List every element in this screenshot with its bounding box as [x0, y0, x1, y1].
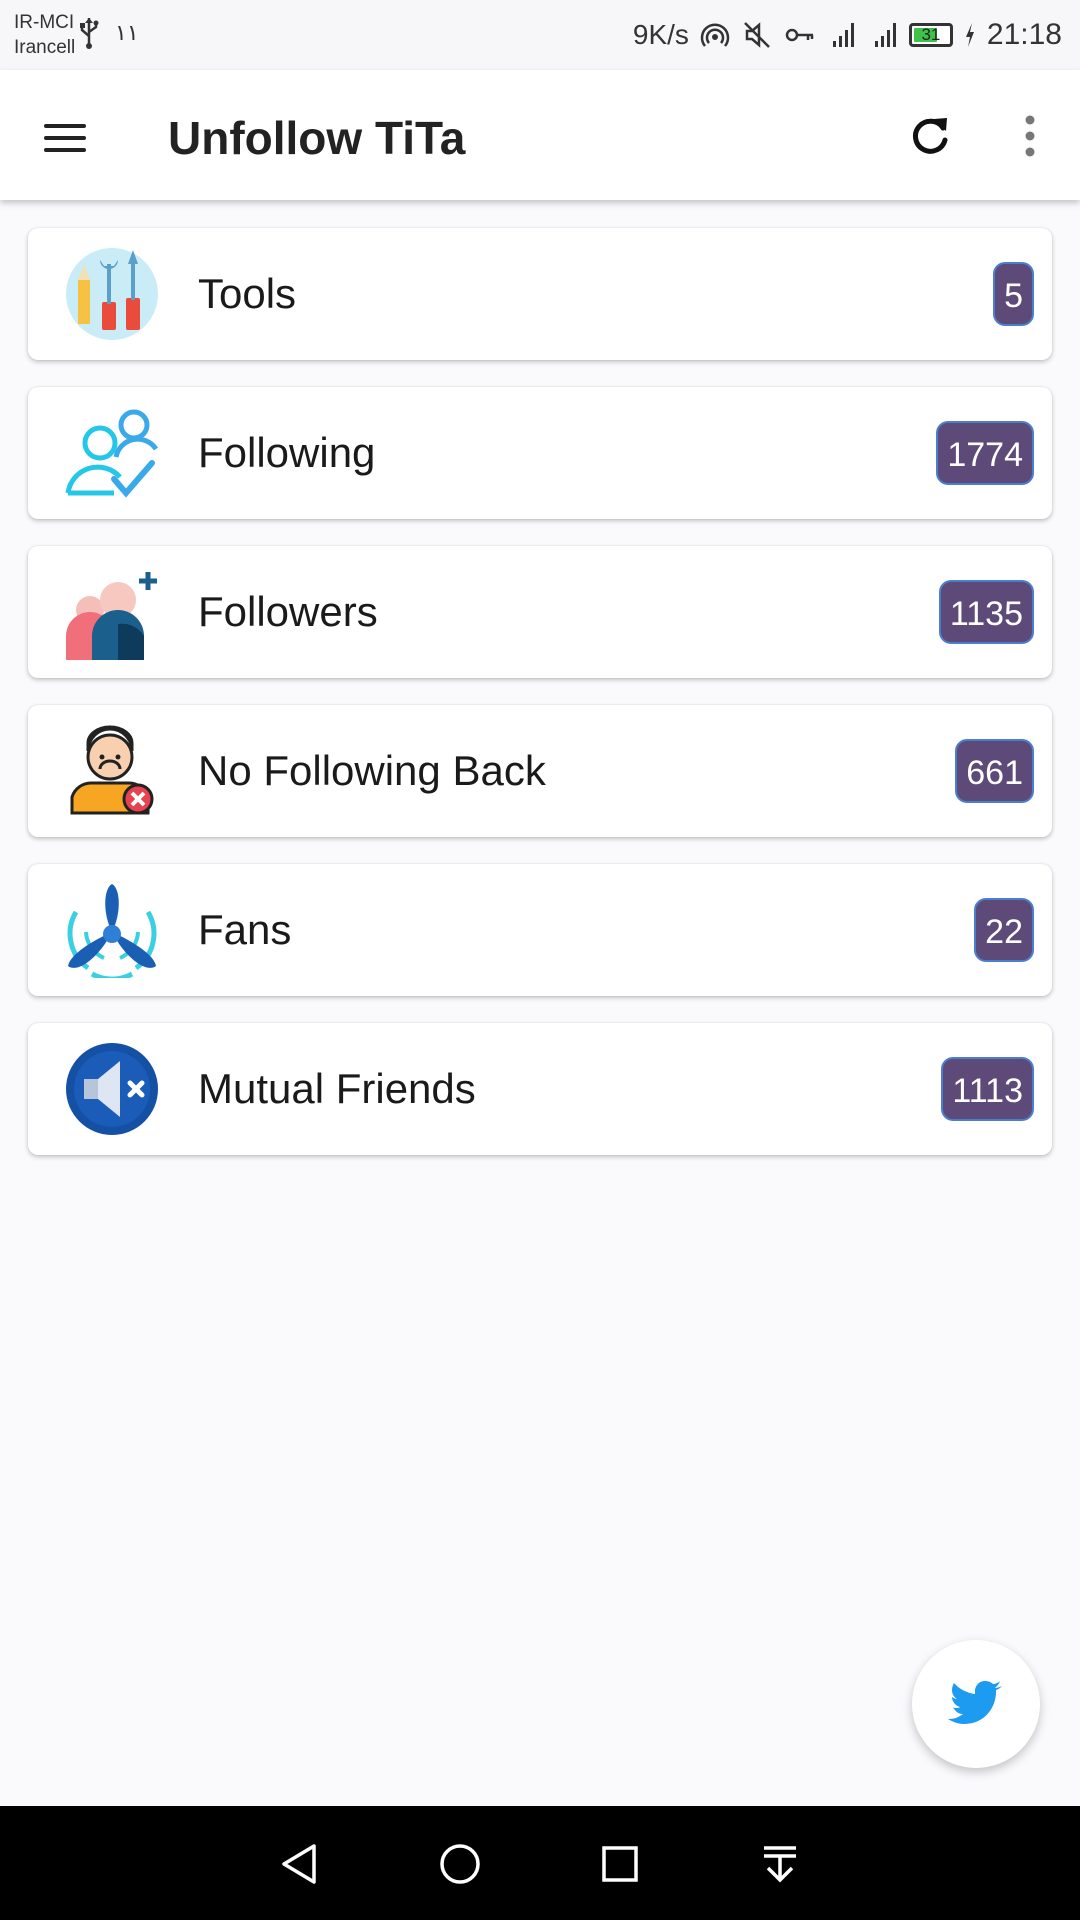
menu-item-label: Followers — [198, 588, 378, 635]
menu-list: Tools 5 Following 1774 Followers 1135 No… — [28, 228, 1052, 1182]
menu-item-label: Following — [198, 429, 376, 476]
app-title: Unfollow TiTa — [168, 112, 466, 164]
following-users-icon — [65, 409, 159, 498]
mute-speaker-icon — [66, 1043, 158, 1135]
menu-item-followers[interactable]: Followers 1135 — [28, 546, 1052, 678]
sad-user-icon — [70, 725, 154, 815]
vpn-key-icon — [785, 28, 814, 42]
status-bar: IR-MCI Irancell ١١ 9K/s 31 21:18 — [0, 0, 1080, 70]
home-icon[interactable] — [434, 1838, 486, 1890]
count-badge: 1774 — [936, 421, 1034, 485]
carrier-2: Irancell — [14, 37, 76, 58]
screen: IR-MCI Irancell ١١ 9K/s 31 21:18 Unfollo… — [0, 0, 1080, 1920]
signal-2g-icon — [832, 23, 854, 47]
twitter-bird-icon — [948, 1681, 1002, 1724]
battery-icon: 31 — [908, 23, 953, 47]
app-bar: Unfollow TiTa — [0, 70, 1080, 200]
count-badge: 1113 — [941, 1057, 1034, 1121]
charging-icon — [965, 23, 974, 47]
carrier-1: IR-MCI — [14, 12, 75, 33]
clock: 21:18 — [986, 18, 1062, 51]
status-right: 9K/s 31 21:18 — [633, 14, 1062, 56]
count-badge: 1135 — [938, 580, 1034, 644]
menu-item-fans[interactable]: Fans 22 — [28, 864, 1052, 996]
followers-icon — [66, 572, 157, 660]
menu-item-label: Fans — [198, 906, 292, 953]
more-vert-icon[interactable] — [1000, 106, 1060, 166]
menu-item-label: No Following Back — [198, 747, 546, 794]
refresh-icon[interactable] — [900, 106, 960, 166]
battery-level: 31 — [921, 25, 941, 44]
mute-icon — [744, 22, 770, 48]
count-badge: 5 — [993, 262, 1034, 326]
hotspot-icon — [700, 23, 730, 47]
recents-icon[interactable] — [594, 1838, 646, 1890]
menu-item-no-following-back[interactable]: No Following Back 661 — [28, 705, 1052, 837]
navigation-bar — [0, 1806, 1080, 1920]
menu-item-label: Mutual Friends — [198, 1065, 476, 1112]
carrier-info: IR-MCI Irancell — [14, 10, 75, 60]
usb-icon — [80, 18, 99, 49]
menu-item-mutual-friends[interactable]: Mutual Friends 1113 — [28, 1023, 1052, 1155]
network-speed: 9K/s — [632, 19, 689, 50]
count-badge: 22 — [974, 898, 1034, 962]
menu-item-label: Tools — [198, 270, 297, 317]
twitter-fab-button[interactable] — [912, 1640, 1040, 1768]
count-badge: 661 — [955, 739, 1034, 803]
menu-icon[interactable] — [36, 108, 96, 168]
menu-item-following[interactable]: Following 1774 — [28, 387, 1052, 519]
notification-pull-icon[interactable] — [754, 1838, 806, 1890]
status-extra: ١١ — [115, 20, 139, 45]
tools-icon — [66, 248, 158, 340]
back-icon[interactable] — [274, 1838, 326, 1890]
fan-icon — [67, 884, 157, 978]
menu-item-tools[interactable]: Tools 5 — [28, 228, 1052, 360]
signal-4g-icon — [874, 23, 896, 47]
